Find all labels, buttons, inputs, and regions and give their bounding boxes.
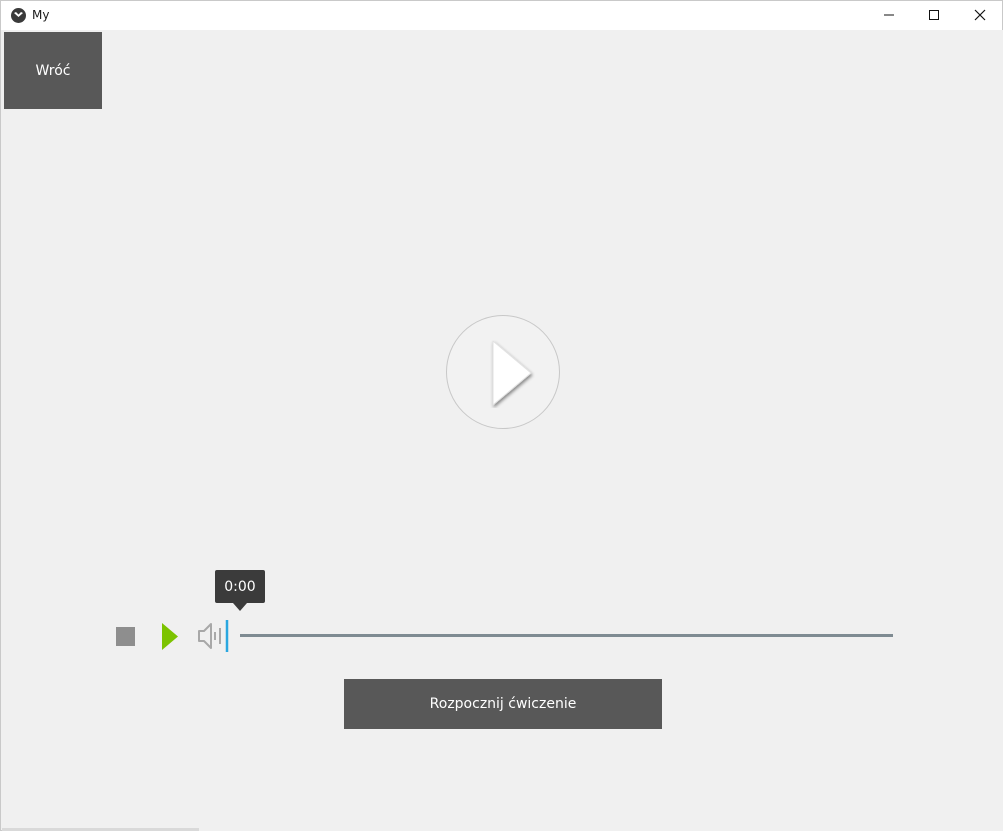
app-icon [11,8,26,23]
minimize-button[interactable] [866,1,912,30]
back-button[interactable]: Wróć [4,32,102,109]
close-icon [974,9,986,21]
app-window: My Wróć 0:00 Rozpocznij ćwiczenie [0,0,1003,831]
maximize-icon [929,10,939,20]
start-exercise-button[interactable]: Rozpocznij ćwiczenie [344,679,662,729]
play-circle-icon [492,340,532,406]
video-play-button[interactable] [446,315,560,429]
main-content: Wróć 0:00 Rozpocznij ćwiczenie [2,30,1003,831]
play-icon[interactable] [161,623,179,650]
volume-icon[interactable] [197,620,231,652]
minimize-icon [884,14,894,16]
stop-icon[interactable] [116,627,135,646]
maximize-button[interactable] [911,1,957,30]
seek-time-tooltip: 0:00 [215,570,265,603]
window-title: My [32,8,50,22]
tooltip-arrow [233,603,247,611]
seek-bar[interactable] [240,634,893,637]
title-bar: My [1,1,1002,30]
close-button[interactable] [957,1,1003,30]
